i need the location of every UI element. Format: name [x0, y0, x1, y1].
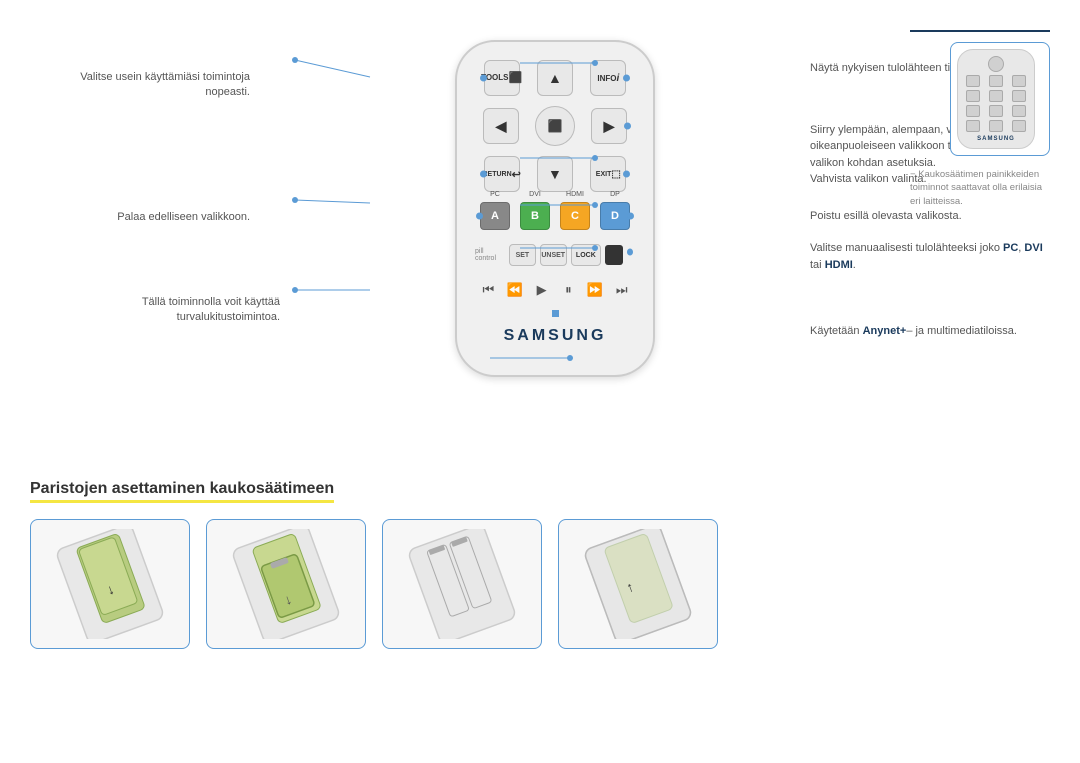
down-arrow-button[interactable]: ▼ [537, 156, 573, 192]
sr-btn-7 [966, 105, 980, 117]
source-label-b: DVI [529, 191, 541, 198]
samsung-logo: SAMSUNG [475, 327, 635, 345]
sr-btn-8 [989, 105, 1003, 117]
source-label-d: DP [610, 191, 620, 198]
prev-button[interactable]: ⏮ [475, 276, 502, 304]
lock-button[interactable]: LOCK [571, 244, 601, 266]
annotation-return: Palaa edelliseen valikkoon. [117, 210, 250, 225]
center-button[interactable]: ⬛ [535, 106, 575, 146]
footnote: Kaukosäätimen painikkeiden toiminnot saa… [910, 168, 1050, 208]
annotations-left: Valitse usein käyttämiäsi toimintoja nop… [30, 30, 310, 450]
ann-exit: Poistu esillä olevasta valikosta. [800, 208, 1050, 225]
bottom-section: Paristojen asettaminen kaukosäätimeen ↓ [0, 480, 1080, 649]
source-button-b[interactable]: DVI B [520, 202, 550, 230]
sr-btn-5 [989, 90, 1003, 102]
small-remote: SAMSUNG [957, 49, 1035, 149]
sr-btn-6 [1012, 90, 1026, 102]
remote-wrapper: TOOLS ⬛ ▲ INFO i ◀ ⬛ ▶ [310, 30, 800, 450]
ann-anynet: Käytetään Anynet+– ja multimediatiloissa… [800, 323, 1050, 340]
sr-circle-btn [988, 56, 1004, 72]
source-label-a: PC [490, 191, 500, 198]
battery-step-2: ↓ [206, 519, 366, 649]
exit-button[interactable]: EXIT ⬚ [590, 156, 626, 192]
source-button-c[interactable]: HDMI C [560, 202, 590, 230]
sr-btn-12 [1012, 120, 1026, 132]
rew-button[interactable]: ⏪ [502, 276, 529, 304]
remote-row-2: ◀ ⬛ ▶ [475, 106, 635, 146]
next-button[interactable]: ⏭ [608, 276, 635, 304]
info-button[interactable]: INFO i [590, 60, 626, 96]
source-row: PC A DVI B HDMI C DP D [475, 202, 635, 230]
tools-button[interactable]: TOOLS ⬛ [484, 60, 520, 96]
sr-samsung-logo: SAMSUNG [962, 136, 1030, 142]
sr-btn-9 [1012, 105, 1026, 117]
source-label-c: HDMI [566, 191, 584, 198]
divider [910, 30, 1050, 32]
set-button[interactable]: SET [509, 244, 536, 266]
up-arrow-button[interactable]: ▲ [537, 60, 573, 96]
small-remote-section: SAMSUNG Kaukosäätimen painikkeiden toimi… [910, 30, 1050, 208]
sr-btn-3 [1012, 75, 1026, 87]
annotation-tools: Valitse usein käyttämiäsi toimintoja nop… [50, 70, 250, 101]
battery-step-3 [382, 519, 542, 649]
section-title: Paristojen asettaminen kaukosäätimeen [30, 480, 334, 503]
right-arrow-button[interactable]: ▶ [591, 108, 627, 144]
remote-row-lock: pill control SET UNSET LOCK [475, 244, 635, 266]
sr-btn-10 [966, 120, 980, 132]
pill-control-label: pill control [475, 248, 503, 262]
unset-button[interactable]: UNSET [540, 244, 567, 266]
source-button-a[interactable]: PC A [480, 202, 510, 230]
ann-source: Valitse manuaalisesti tulolähteeksi joko… [800, 240, 1050, 273]
remote-row-3: RETURN ↩ ▼ EXIT ⬚ [475, 156, 635, 192]
battery-step-4: ↑ [558, 519, 718, 649]
play-button[interactable]: ▶ [528, 276, 555, 304]
sr-btn-4 [966, 90, 980, 102]
sr-btn-2 [989, 75, 1003, 87]
remote-row-media: ⏮ ⏪ ▶ ⏸ ⏩ ⏭ [475, 276, 635, 304]
remote-control: TOOLS ⬛ ▲ INFO i ◀ ⬛ ▶ [455, 40, 655, 377]
source-button-d[interactable]: DP D [600, 202, 630, 230]
small-remote-frame: SAMSUNG [950, 42, 1050, 156]
battery-step-1: ↓ [30, 519, 190, 649]
battery-images: ↓ ↓ [30, 519, 1050, 649]
stop-button[interactable] [605, 245, 623, 265]
pause-button[interactable]: ⏸ [555, 276, 582, 304]
sr-btn-11 [989, 120, 1003, 132]
annotation-lock: Tällä toiminnolla voit käyttääturvalukit… [142, 295, 280, 326]
ff-button[interactable]: ⏩ [582, 276, 609, 304]
return-button[interactable]: RETURN ↩ [484, 156, 520, 192]
remote-row-1: TOOLS ⬛ ▲ INFO i [475, 60, 635, 96]
sr-btn-1 [966, 75, 980, 87]
left-arrow-button[interactable]: ◀ [483, 108, 519, 144]
